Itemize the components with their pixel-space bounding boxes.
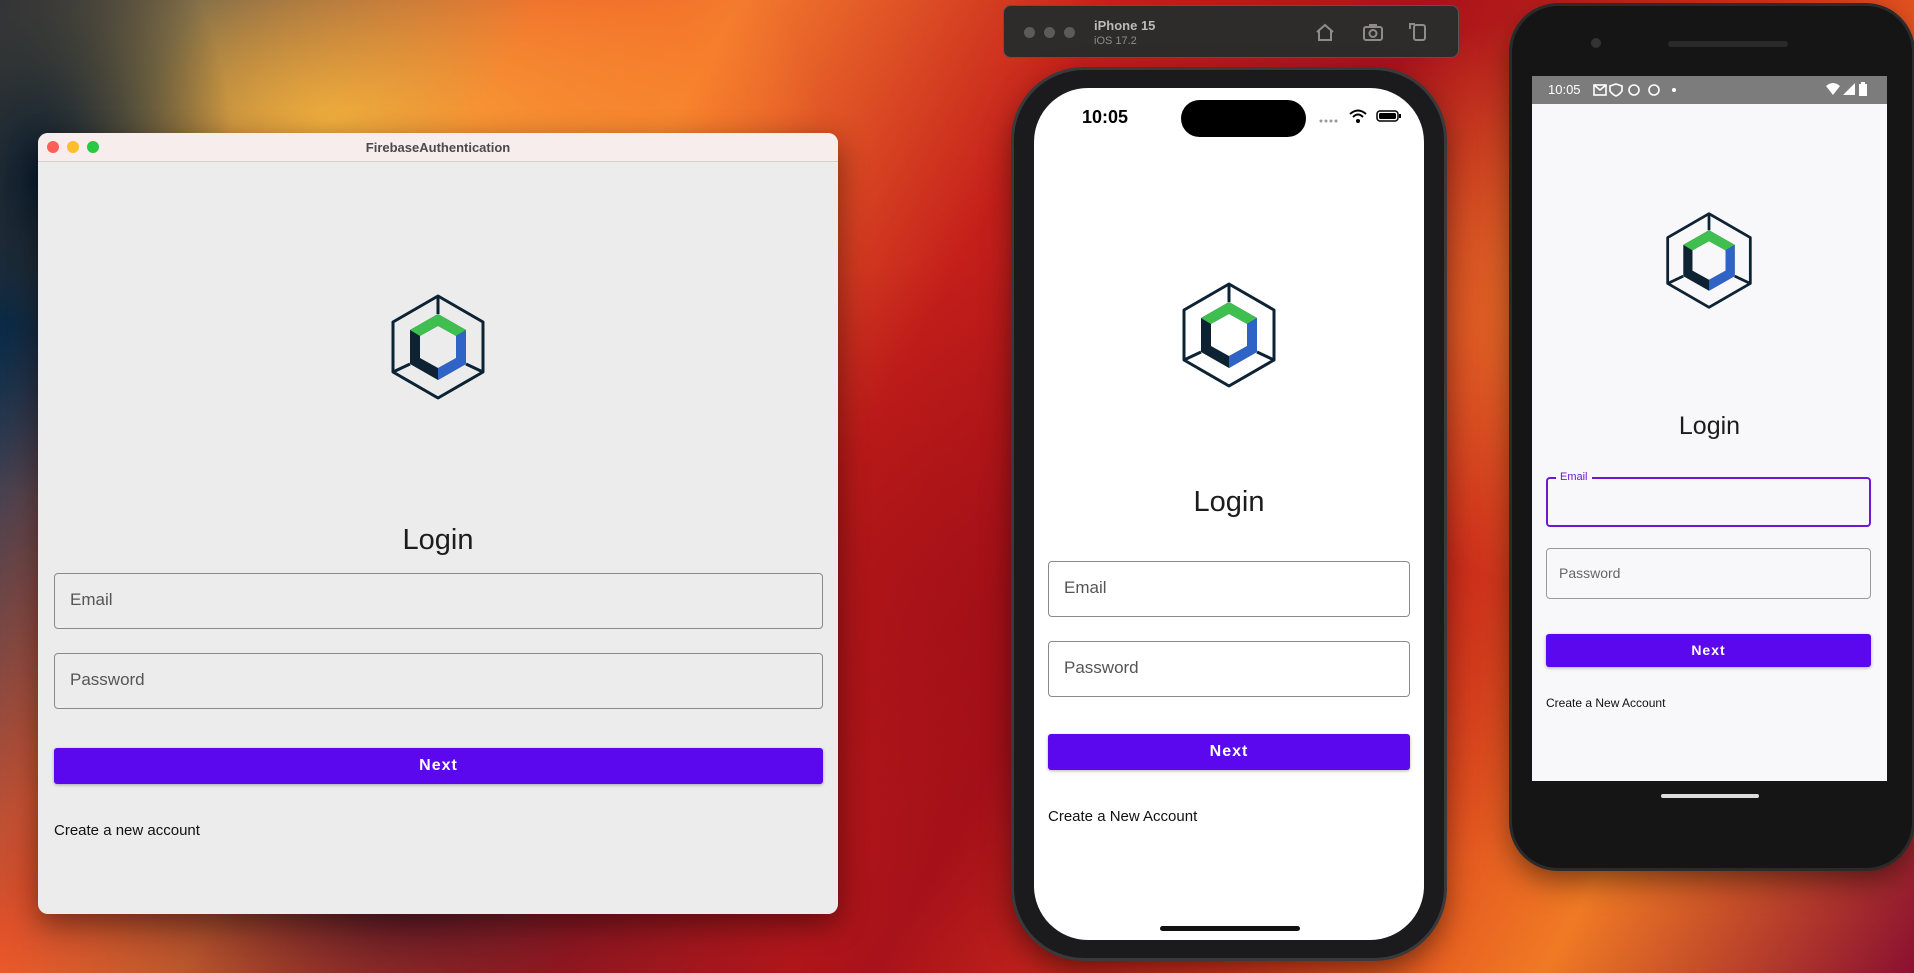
password-field[interactable]: Password (1048, 641, 1410, 697)
password-field[interactable]: Password (1546, 548, 1871, 599)
simulator-device-name: iPhone 15 (1094, 18, 1156, 33)
window-titlebar[interactable]: FirebaseAuthentication (38, 133, 838, 162)
rotate-icon[interactable] (1408, 21, 1430, 43)
password-placeholder: Password (70, 670, 145, 689)
notification-icons (1593, 83, 1676, 97)
email-field[interactable]: Email (1048, 561, 1410, 617)
cellular-signal-icon (1843, 83, 1855, 95)
home-icon[interactable] (1314, 21, 1336, 43)
screenshot-icon[interactable] (1362, 21, 1384, 43)
simulator-toolbar: iPhone 15 iOS 17.2 (1003, 5, 1459, 58)
wifi-icon (1826, 83, 1840, 95)
login-heading: Login (1678, 412, 1741, 440)
home-indicator[interactable] (1160, 926, 1300, 931)
simulator-minimize-button[interactable] (1044, 27, 1055, 38)
window-title: FirebaseAuthentication (365, 140, 511, 155)
android-status-bar: 10:05 (1532, 76, 1887, 104)
create-account-link[interactable]: Create a new account (54, 822, 200, 839)
email-placeholder: Email (70, 590, 113, 609)
cellular-signal-icon (1319, 119, 1338, 123)
email-floating-label: Email (1556, 471, 1592, 483)
battery-icon (1376, 110, 1401, 122)
login-heading: Login (402, 524, 474, 556)
android-device-frame: 10:05 Login Email Password Next Create a… (1512, 6, 1912, 868)
create-account-link[interactable]: Create a New Account (1048, 808, 1197, 825)
desktop-app-window: FirebaseAuthentication Login Email Passw… (38, 133, 838, 914)
ios-login-screen: 10:05 Login Email Password Next Create a… (1034, 88, 1424, 940)
next-button[interactable]: Next (54, 748, 823, 784)
wifi-icon (1349, 109, 1367, 123)
password-placeholder: Password (1064, 658, 1139, 677)
android-gesture-bar[interactable] (1661, 794, 1759, 798)
front-camera (1591, 38, 1601, 48)
ios-status-time: 10:05 (1082, 107, 1129, 127)
next-button[interactable]: Next (1546, 634, 1871, 667)
create-account-link[interactable]: Create a New Account (1546, 696, 1665, 710)
desktop-login-screen: Login Email Password Next Create a new a… (38, 162, 838, 914)
email-field[interactable]: Email (54, 573, 823, 629)
email-field[interactable]: Email (1546, 471, 1871, 527)
dynamic-island (1181, 100, 1306, 137)
app-logo-icon (1666, 212, 1752, 309)
simulator-zoom-button[interactable] (1064, 27, 1075, 38)
password-placeholder: Password (1559, 565, 1621, 581)
android-login-screen: 10:05 Login Email Password Next Create a… (1532, 76, 1887, 781)
android-status-time: 10:05 (1548, 82, 1581, 97)
battery-icon (1859, 82, 1867, 96)
simulator-close-button[interactable] (1024, 27, 1035, 38)
app-logo-icon (391, 294, 485, 400)
app-logo-icon (1182, 282, 1276, 388)
simulator-os-version: iOS 17.2 (1094, 35, 1137, 47)
next-button[interactable]: Next (1048, 734, 1410, 770)
earpiece-speaker (1668, 41, 1788, 47)
email-placeholder: Email (1064, 578, 1107, 597)
ios-device-frame: 10:05 Login Email Password Next Create a… (1014, 70, 1444, 958)
password-field[interactable]: Password (54, 653, 823, 709)
login-heading: Login (1193, 486, 1265, 518)
